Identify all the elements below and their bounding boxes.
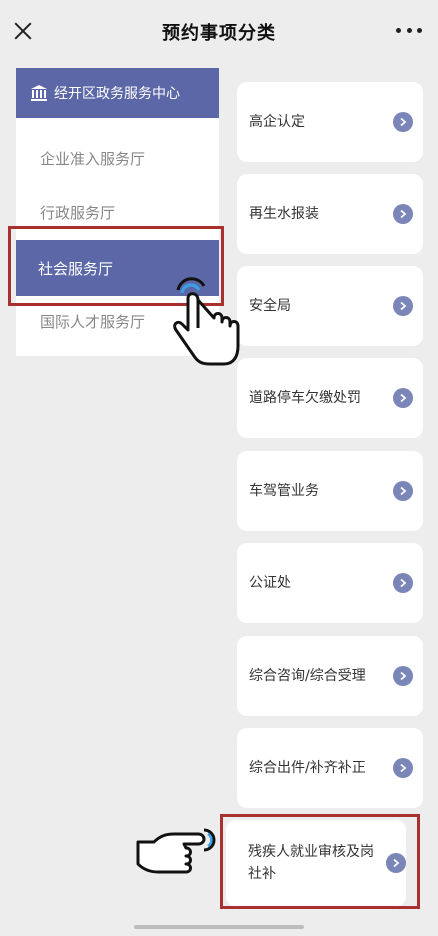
chevron-right-icon [393,758,413,778]
top-bar: 预约事项分类 [0,0,438,62]
chevron-right-icon [393,112,413,132]
point-right-hand-icon [136,828,216,874]
page-title: 预约事项分类 [162,23,276,44]
service-card-parking-penalty[interactable]: 道路停车欠缴处罚 [237,358,423,438]
sidebar-item-enterprise[interactable]: 企业准入服务厅 [40,148,145,169]
sidebar-header[interactable]: 经开区政务服务中心 [16,68,219,118]
service-card-reclaimed-water[interactable]: 再生水报装 [237,174,423,254]
sidebar-header-label: 经开区政务服务中心 [54,86,180,102]
sidebar-item-administrative[interactable]: 行政服务厅 [40,202,115,223]
chevron-right-icon [393,573,413,593]
sidebar-item-international-talent[interactable]: 国际人才服务厅 [40,311,145,332]
service-label: 道路停车欠缴处罚 [249,390,361,406]
service-label: 公证处 [249,575,291,591]
service-label: 安全局 [249,298,291,314]
service-label: 残疾人就业审核及岗社补 [248,844,374,882]
bank-icon [30,84,48,102]
service-label: 综合咨询/综合受理 [249,668,366,684]
more-icon[interactable] [396,28,422,34]
service-label: 再生水报装 [249,206,319,222]
service-card-general-inquiry[interactable]: 综合咨询/综合受理 [237,636,423,716]
service-label: 车驾管业务 [249,483,319,499]
service-card-document-output[interactable]: 综合出件/补齐补正 [237,728,423,808]
chevron-right-icon [393,296,413,316]
service-card-security-bureau[interactable]: 安全局 [237,266,423,346]
service-card-notary[interactable]: 公证处 [237,543,423,623]
service-card-disability-employment[interactable]: 残疾人就业审核及岗社补 [226,820,406,906]
chevron-right-icon [393,481,413,501]
chevron-right-icon [393,204,413,224]
service-card-high-tech[interactable]: 高企认定 [237,82,423,162]
service-label: 高企认定 [249,114,305,130]
service-card-vehicle-driver[interactable]: 车驾管业务 [237,451,423,531]
chevron-right-icon [393,388,413,408]
tap-hand-icon [173,277,240,366]
chevron-right-icon [386,853,406,873]
home-indicator[interactable] [134,925,304,929]
chevron-right-icon [393,666,413,686]
service-label: 综合出件/补齐补正 [249,760,366,776]
